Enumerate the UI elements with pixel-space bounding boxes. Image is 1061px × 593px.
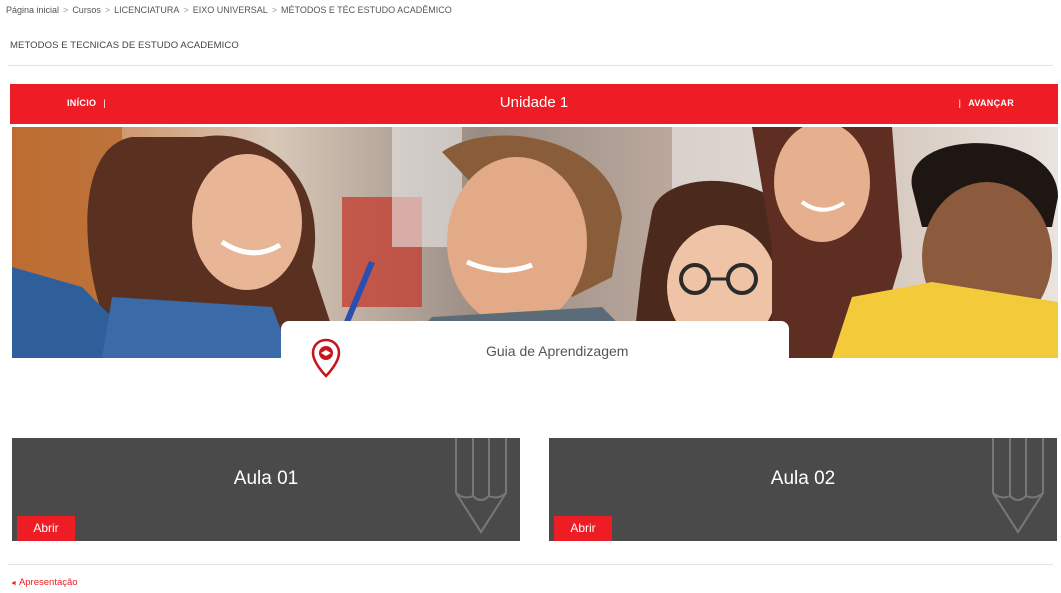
lesson-card-aula-02: Aula 02 Abrir xyxy=(549,438,1057,541)
pencil-icon xyxy=(455,438,507,534)
lesson-card-aula-01: Aula 01 Abrir xyxy=(12,438,520,541)
unit-title: Unidade 1 xyxy=(499,94,569,111)
lesson-title: Aula 01 xyxy=(233,468,299,489)
breadcrumb-separator: > xyxy=(104,5,111,15)
breadcrumb: Página inicial > Cursos > LICENCIATURA > EIXO … xyxy=(6,5,452,15)
breadcrumb-eixo-universal[interactable]: EIXO UNIVERSAL xyxy=(193,5,268,15)
lesson-title: Aula 02 xyxy=(770,468,836,489)
breadcrumb-home[interactable]: Página inicial xyxy=(6,5,59,15)
previous-page-link[interactable]: ◄ Apresentação xyxy=(10,577,78,588)
divider xyxy=(8,564,1053,565)
page-title: METODOS E TECNICAS DE ESTUDO ACADEMICO xyxy=(10,40,239,51)
open-button[interactable]: Abrir xyxy=(554,516,612,541)
breadcrumb-course[interactable]: MÉTODOS E TÉC ESTUDO ACADÊMICO xyxy=(281,5,452,15)
unit-nav-bar: INÍCIO | Unidade 1 | AVANÇAR xyxy=(10,84,1058,124)
guide-label[interactable]: Guia de Aprendizagem xyxy=(486,343,628,359)
next-label[interactable]: AVANÇAR xyxy=(968,98,1014,108)
breadcrumb-separator: > xyxy=(271,5,277,15)
breadcrumb-cursos[interactable]: Cursos xyxy=(72,5,101,15)
learning-guide-card[interactable]: Guia de Aprendizagem xyxy=(281,321,789,378)
previous-page-label[interactable]: Apresentação xyxy=(19,577,78,588)
map-pin-icon xyxy=(311,338,341,378)
next-link[interactable]: | AVANÇAR xyxy=(952,98,1014,108)
triangle-left-icon: ◄ xyxy=(10,580,17,587)
pencil-icon xyxy=(992,438,1044,534)
divider xyxy=(8,65,1053,66)
breadcrumb-licenciatura[interactable]: LICENCIATURA xyxy=(114,5,179,15)
breadcrumb-separator: > xyxy=(63,5,69,15)
open-button[interactable]: Abrir xyxy=(17,516,75,541)
pipe-divider: | xyxy=(958,98,962,108)
breadcrumb-separator: > xyxy=(183,5,189,15)
